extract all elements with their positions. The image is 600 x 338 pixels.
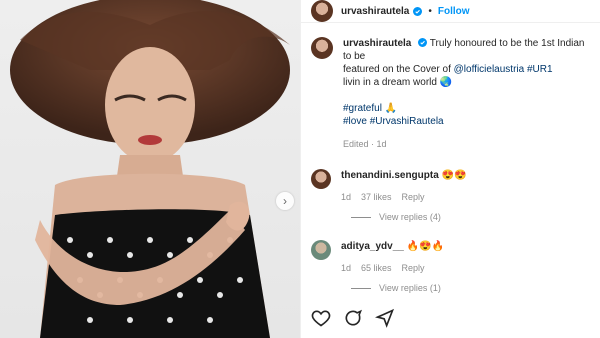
comment-meta: 1d 37 likes Reply [341,192,466,202]
comment-reply[interactable]: Reply [402,263,425,273]
caption-avatar[interactable] [311,37,333,59]
heart-icon[interactable] [311,308,331,328]
view-replies[interactable]: View replies (1) [311,283,590,293]
comment-username[interactable]: aditya_ydv__ [341,241,404,252]
comment-body: 🔥😍🔥 [406,241,444,252]
comment-avatar[interactable] [311,240,331,260]
photo-illustration [10,0,290,338]
comment-likes[interactable]: 37 likes [361,192,392,202]
replies-line [351,287,371,289]
comment-username[interactable]: thenandini.sengupta [341,170,439,181]
globe-emoji: 🌏 [439,77,453,88]
hashtag-urvashirautela[interactable]: #UrvashiRautela [370,116,444,127]
caption-line2: featured on the Cover of [343,64,451,75]
avatar[interactable] [311,0,333,22]
separator-dot: • [428,5,432,17]
verified-icon [413,6,423,16]
follow-button[interactable]: Follow [438,6,470,17]
mention-link[interactable]: @lofficielaustria [454,64,525,75]
comment-text: aditya_ydv__ 🔥😍🔥 [341,240,444,253]
post-photo: › [0,0,300,338]
hashtag-love[interactable]: #love [343,116,367,127]
post-panel: urvashirautela • Follow urvashirautela T… [300,0,600,338]
replies-line [351,216,371,218]
comment-avatar[interactable] [311,169,331,189]
caption-meta: Edited · 1d [343,139,387,149]
comment-icon[interactable] [343,308,363,328]
comments-section: urvashirautela Truly honoured to be the … [301,23,600,293]
next-arrow-icon[interactable]: › [276,192,294,210]
comment-body: 😍😍 [441,170,467,181]
view-replies-label: View replies (1) [379,283,441,293]
hashtag-grateful[interactable]: #grateful [343,103,382,114]
comment-age: 1d [341,192,352,202]
caption-username[interactable]: urvashirautela [343,38,411,49]
comment-meta: 1d 65 likes Reply [341,263,444,273]
comment-reply[interactable]: Reply [402,192,425,202]
hashtag-ur1[interactable]: #UR1 [527,64,553,75]
share-icon[interactable] [374,308,395,328]
view-replies[interactable]: View replies (4) [311,212,590,222]
pray-emoji: 🙏 [384,103,398,114]
comment-item: aditya_ydv__ 🔥😍🔥 1d 65 likes Reply [311,240,590,273]
verified-icon [418,38,428,47]
comment-item: thenandini.sengupta 😍😍 1d 37 likes Reply [311,169,590,202]
caption-line3: livin in a dream world [343,77,437,88]
caption: urvashirautela Truly honoured to be the … [311,37,590,151]
view-replies-label: View replies (4) [379,212,441,222]
comment-age: 1d [341,263,352,273]
post-username[interactable]: urvashirautela [341,6,409,17]
caption-text: urvashirautela Truly honoured to be the … [343,37,588,151]
comment-likes[interactable]: 65 likes [361,263,392,273]
comment-text: thenandini.sengupta 😍😍 [341,169,466,182]
post-header: urvashirautela • Follow [301,0,600,23]
post-actions [311,308,395,328]
